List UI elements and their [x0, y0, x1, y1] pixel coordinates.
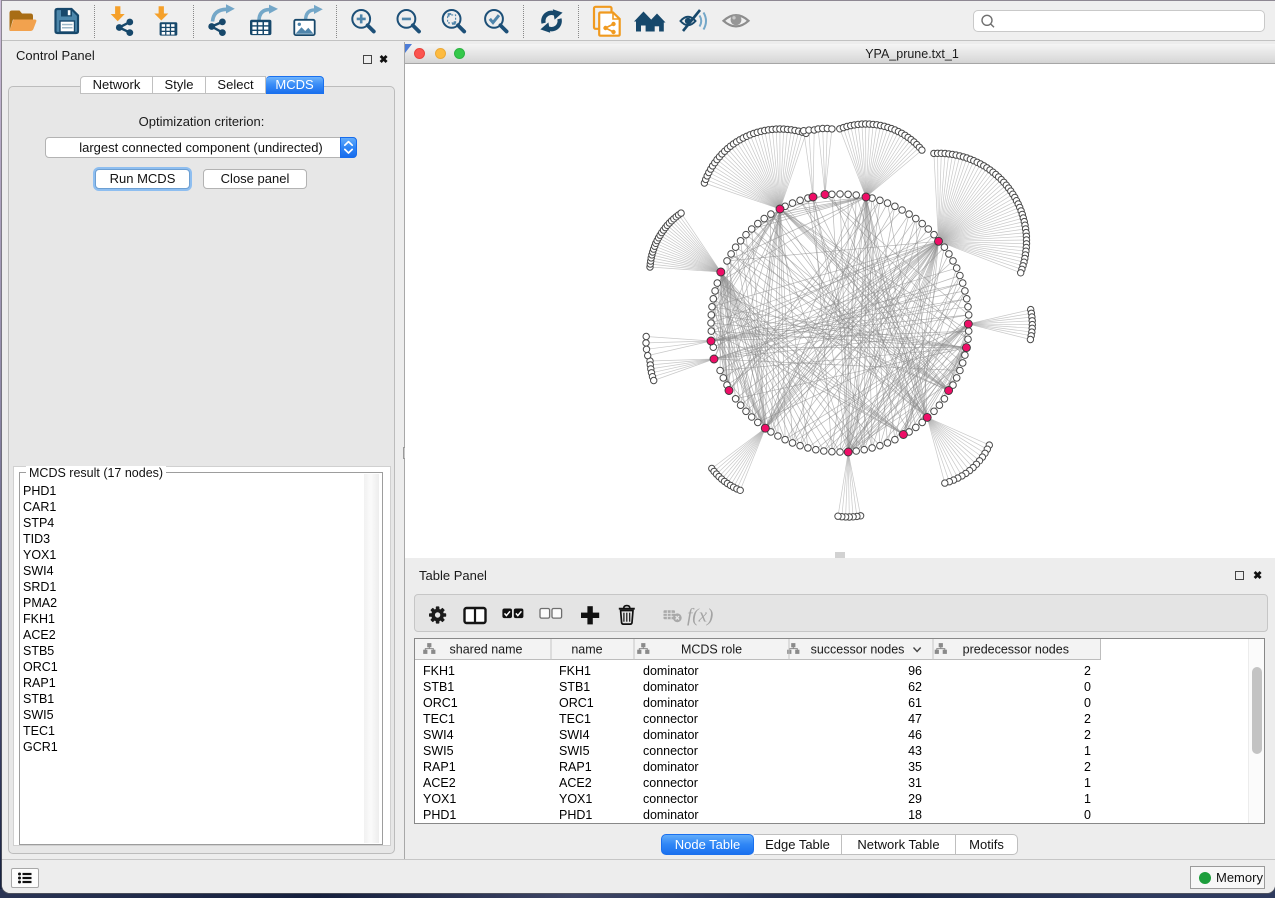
- svg-text:name: name: [571, 643, 602, 657]
- svg-text:MCDS role: MCDS role: [681, 643, 742, 657]
- svg-text:f(x): f(x): [687, 606, 713, 627]
- svg-text:shared name: shared name: [450, 643, 523, 657]
- svg-text:successor nodes: successor nodes: [811, 643, 905, 657]
- svg-text:predecessor nodes: predecessor nodes: [963, 643, 1069, 657]
